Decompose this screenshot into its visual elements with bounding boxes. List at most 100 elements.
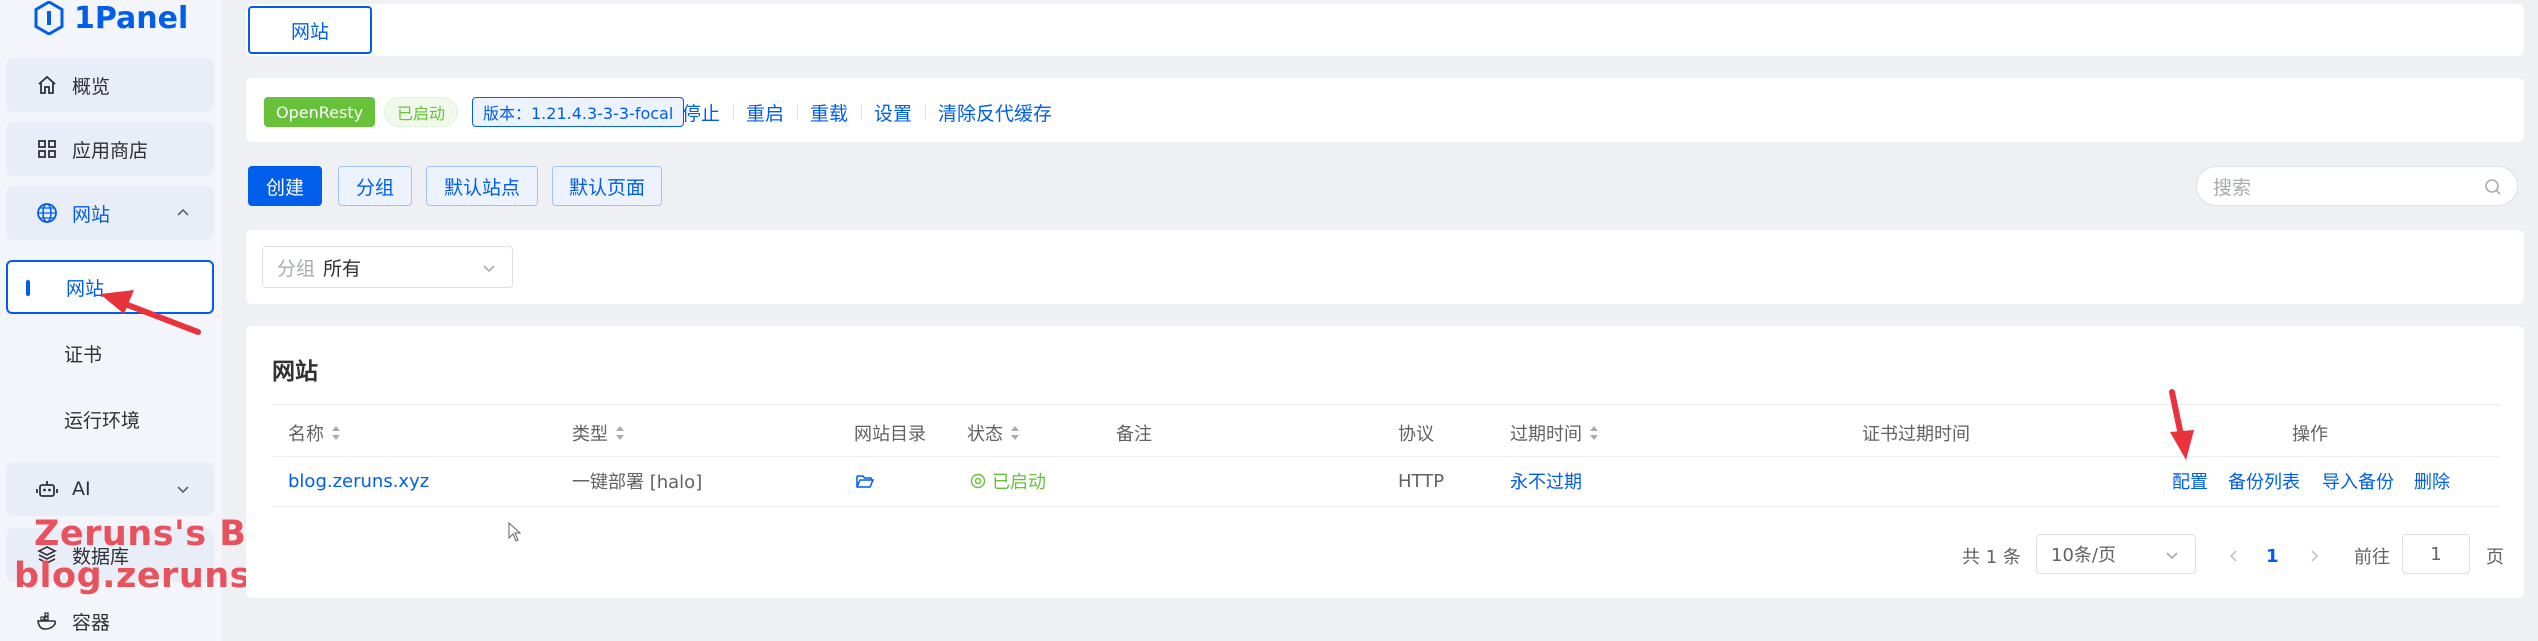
divider	[797, 104, 798, 120]
sidebar-item-container[interactable]: 容器	[6, 594, 214, 641]
default-page-button[interactable]: 默认页面	[552, 166, 662, 206]
col-header-actions: 操作	[2292, 418, 2328, 448]
robot-icon	[36, 478, 58, 500]
page-size-value: 10条/页	[2051, 545, 2116, 566]
goto-label: 前往	[2354, 547, 2390, 568]
col-header-label: 网站目录	[854, 424, 926, 445]
sidebar-subitem-label: 网站	[66, 277, 105, 300]
group-filter-select[interactable]: 分组 所有	[262, 246, 513, 288]
search-placeholder: 搜索	[2213, 176, 2252, 199]
divider	[272, 404, 2500, 405]
page-number-current[interactable]: 1	[2266, 536, 2279, 576]
divider	[733, 104, 734, 120]
page-size-select[interactable]: 10条/页	[2036, 534, 2196, 574]
site-status-label: 已启动	[992, 472, 1046, 493]
settings-button[interactable]: 设置	[874, 97, 912, 127]
col-header-label: 过期时间	[1510, 424, 1582, 445]
app-name-tag: OpenResty	[264, 97, 376, 127]
col-header-dir: 网站目录	[854, 418, 926, 448]
grid-icon	[36, 138, 58, 160]
site-name-link[interactable]: blog.zeruns.xyz	[288, 466, 429, 496]
search-input[interactable]: 搜索	[2196, 166, 2518, 206]
chevron-down-icon	[2166, 552, 2178, 560]
mouse-cursor-icon	[508, 522, 522, 542]
pagination-total: 共 1 条	[1962, 547, 2021, 568]
clear-proxy-cache-button[interactable]: 清除反代缓存	[938, 97, 1052, 127]
sidebar-subitem-label: 证书	[64, 343, 103, 366]
sort-icon	[1590, 426, 1598, 440]
backup-list-button[interactable]: 备份列表	[2228, 466, 2300, 496]
status-ok-icon	[970, 473, 986, 489]
group-filter-label: 分组	[277, 257, 316, 280]
logo-text: 1Panel	[74, 0, 189, 36]
sidebar-item-label: AI	[72, 478, 91, 500]
site-expire-link[interactable]: 永不过期	[1510, 466, 1582, 496]
col-header-label: 备注	[1116, 424, 1152, 445]
col-header-status[interactable]: 状态	[967, 418, 1021, 448]
col-header-label: 名称	[288, 424, 324, 445]
divider	[272, 506, 2500, 507]
col-header-expire[interactable]: 过期时间	[1510, 418, 1600, 448]
sidebar-item-label: 应用商店	[72, 139, 149, 162]
tab-bar	[246, 4, 2524, 56]
col-header-protocol: 协议	[1398, 418, 1434, 448]
sidebar-item-label: 网站	[72, 203, 111, 226]
site-status: 已启动	[970, 466, 1046, 496]
globe-icon	[36, 202, 58, 224]
tab-label: 网站	[290, 20, 329, 43]
chevron-down-icon	[483, 265, 495, 273]
folder-open-icon[interactable]	[856, 466, 874, 496]
chevron-down-icon	[177, 486, 189, 494]
group-filter-value: 所有	[323, 257, 362, 280]
sort-icon	[616, 426, 624, 440]
prev-page-icon[interactable]	[2226, 548, 2242, 564]
search-icon	[2485, 179, 2501, 195]
divider	[861, 104, 862, 120]
col-header-name[interactable]: 名称	[288, 418, 342, 448]
import-backup-button[interactable]: 导入备份	[2322, 466, 2394, 496]
next-page-icon[interactable]	[2306, 548, 2322, 564]
site-protocol: HTTP	[1398, 470, 1445, 492]
create-button[interactable]: 创建	[248, 166, 322, 206]
delete-button[interactable]: 删除	[2414, 466, 2450, 496]
sort-icon	[1011, 426, 1019, 440]
logo-icon	[34, 1, 64, 35]
table-title: 网站	[272, 359, 318, 385]
page-suffix: 页	[2486, 547, 2504, 568]
col-header-remark: 备注	[1116, 418, 1152, 448]
sort-icon	[332, 426, 340, 440]
sidebar-subitem-certificate[interactable]: 证书	[6, 326, 214, 380]
filter-card	[246, 230, 2524, 304]
sidebar-item-label: 概览	[72, 75, 111, 98]
sidebar-subitem-runtime[interactable]: 运行环境	[6, 392, 214, 446]
sidebar-item-label: 容器	[72, 611, 111, 634]
col-header-cert-expire: 证书过期时间	[1862, 418, 1970, 448]
sidebar-subitem-website[interactable]: 网站	[6, 260, 214, 314]
restart-button[interactable]: 重启	[746, 97, 784, 127]
col-header-label: 类型	[572, 424, 608, 445]
home-icon	[36, 74, 58, 96]
container-icon	[36, 610, 58, 632]
group-button[interactable]: 分组	[338, 166, 412, 206]
stop-button[interactable]: 停止	[682, 97, 720, 127]
status-badge: 已启动	[384, 97, 459, 127]
col-header-type[interactable]: 类型	[572, 418, 626, 448]
divider	[925, 104, 926, 120]
sidebar-item-website[interactable]: 网站	[6, 186, 214, 240]
reload-button[interactable]: 重载	[810, 97, 848, 127]
default-site-button[interactable]: 默认站点	[426, 166, 538, 206]
chevron-up-icon	[177, 208, 189, 216]
tab-website[interactable]: 网站	[248, 6, 372, 54]
app-logo[interactable]: 1Panel	[34, 0, 188, 36]
site-type: 一键部署 [halo]	[572, 472, 703, 493]
col-header-label: 状态	[967, 424, 1003, 445]
col-header-label: 操作	[2292, 424, 2328, 445]
version-tag: 版本：1.21.4.3-3-3-focal	[472, 97, 685, 127]
sidebar-item-ai[interactable]: AI	[6, 462, 214, 516]
divider	[272, 456, 2500, 457]
config-button[interactable]: 配置	[2172, 466, 2208, 496]
sidebar-item-appstore[interactable]: 应用商店	[6, 122, 214, 176]
goto-page-input[interactable]: 1	[2402, 534, 2470, 574]
sidebar-item-overview[interactable]: 概览	[6, 58, 214, 112]
col-header-label: 协议	[1398, 424, 1434, 445]
